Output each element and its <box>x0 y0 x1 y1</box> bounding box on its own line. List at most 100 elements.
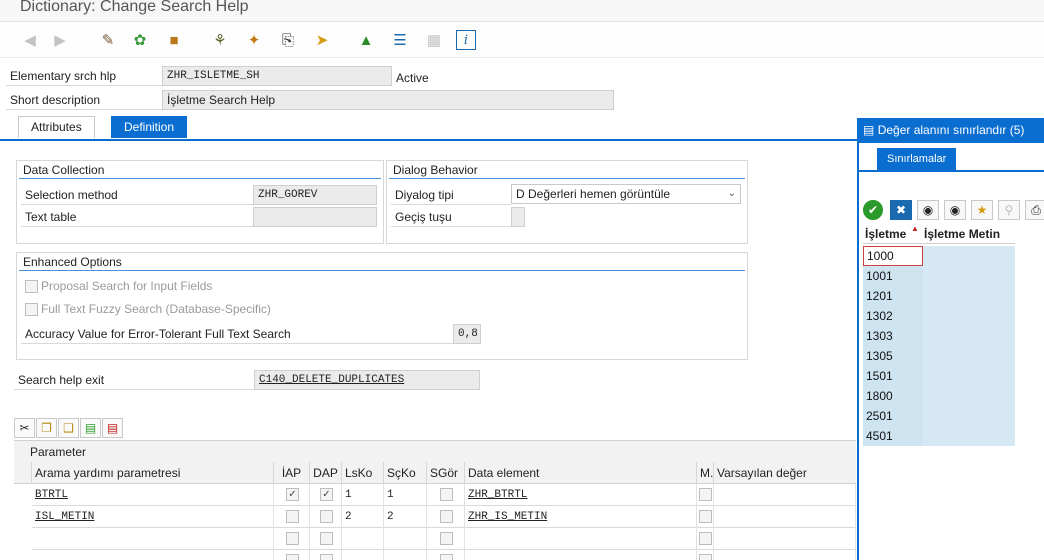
cell-lsko[interactable] <box>342 550 384 560</box>
m-checkbox[interactable] <box>699 488 712 501</box>
cell-sgor[interactable] <box>427 528 465 550</box>
where-used-icon[interactable]: ⚘ <box>208 28 232 52</box>
cut-icon[interactable]: ✂ <box>14 418 35 438</box>
stack-icon[interactable]: ☰ <box>388 28 412 52</box>
search-help-exit-field[interactable]: C140_DELETE_DUPLICATES <box>254 370 480 390</box>
test-icon[interactable]: ✦ <box>242 28 266 52</box>
hotkey-field[interactable] <box>511 207 525 227</box>
sgor-checkbox[interactable] <box>440 510 453 523</box>
cell-scko[interactable] <box>384 550 427 560</box>
m-checkbox[interactable] <box>699 554 712 560</box>
insert-row-icon[interactable]: ▤ <box>80 418 101 438</box>
check-icon[interactable]: ✿ <box>128 28 152 52</box>
new-entry-icon[interactable]: ★ <box>971 200 993 220</box>
cell-data-element[interactable]: ZHR_BTRTL <box>465 484 697 506</box>
cancel-icon[interactable]: ✖ <box>890 200 912 220</box>
hierarchy-icon[interactable]: ▲ <box>354 28 378 52</box>
text-table-field[interactable] <box>253 207 377 227</box>
cell-iap[interactable] <box>274 550 310 560</box>
list-item[interactable]: 1201 <box>863 286 1015 306</box>
table-icon[interactable]: ▦ <box>422 28 446 52</box>
iap-checkbox[interactable] <box>286 554 299 560</box>
cell-param[interactable]: ISL_METIN <box>32 506 274 528</box>
cell-param[interactable] <box>32 528 274 550</box>
cell-sgor[interactable] <box>427 484 465 506</box>
tab-attributes[interactable]: Attributes <box>18 116 95 138</box>
find-icon[interactable]: ◉ <box>917 200 939 220</box>
list-item[interactable]: 4501 <box>863 426 1015 446</box>
cell-default[interactable] <box>714 550 856 560</box>
table-row[interactable] <box>32 528 856 550</box>
dap-checkbox[interactable] <box>320 510 333 523</box>
copy-icon[interactable]: ❐ <box>36 418 57 438</box>
cell-scko[interactable] <box>384 528 427 550</box>
cell-m[interactable] <box>697 506 714 528</box>
m-checkbox[interactable] <box>699 510 712 523</box>
key-icon[interactable]: ⚲ <box>998 200 1020 220</box>
iap-checkbox[interactable] <box>286 510 299 523</box>
paste-icon[interactable]: ❑ <box>58 418 79 438</box>
back-arrow-icon[interactable]: ◀ <box>18 28 42 52</box>
cell-lsko[interactable] <box>342 528 384 550</box>
cell-dap[interactable] <box>310 550 342 560</box>
cell-m[interactable] <box>697 484 714 506</box>
cell-dap[interactable]: ✓ <box>310 484 342 506</box>
cell-sgor[interactable] <box>427 506 465 528</box>
cell-scko[interactable]: 1 <box>384 484 427 506</box>
list-item[interactable]: 1000 <box>863 246 1015 266</box>
selection-method-field[interactable]: ZHR_GOREV <box>253 185 377 205</box>
cell-param[interactable]: BTRTL <box>32 484 274 506</box>
list-item[interactable]: 1305 <box>863 346 1015 366</box>
iap-checkbox[interactable]: ✓ <box>286 488 299 501</box>
cell-dap[interactable] <box>310 506 342 528</box>
dap-checkbox[interactable] <box>320 554 333 560</box>
object-list-icon[interactable]: ⎘ <box>276 28 300 52</box>
tab-restrictions[interactable]: Sınırlamalar <box>877 148 957 170</box>
cell-default[interactable] <box>714 506 856 528</box>
list-item[interactable]: 1501 <box>863 366 1015 386</box>
cell-default[interactable] <box>714 528 856 550</box>
info-icon[interactable]: i <box>456 30 476 50</box>
cell-scko[interactable]: 2 <box>384 506 427 528</box>
cell-dap[interactable] <box>310 528 342 550</box>
activate-icon[interactable]: ■ <box>162 28 186 52</box>
elementary-search-help-field[interactable]: ZHR_ISLETME_SH <box>162 66 392 86</box>
print-icon[interactable]: ⎙ <box>1025 200 1044 220</box>
list-item[interactable]: 1303 <box>863 326 1015 346</box>
delete-row-icon[interactable]: ▤ <box>102 418 123 438</box>
list-item[interactable]: 1001 <box>863 266 1015 286</box>
table-row[interactable]: ISL_METIN 2 2 ZHR_IS_METIN <box>32 506 856 528</box>
find-next-icon[interactable]: ◉ <box>944 200 966 220</box>
m-checkbox[interactable] <box>699 532 712 545</box>
cell-iap[interactable]: ✓ <box>274 484 310 506</box>
list-item[interactable]: 1302 <box>863 306 1015 326</box>
cell-lsko[interactable]: 2 <box>342 506 384 528</box>
cell-sgor[interactable] <box>427 550 465 560</box>
fuzzy-search-checkbox[interactable] <box>25 303 38 316</box>
tab-definition[interactable]: Definition <box>111 116 188 138</box>
dap-checkbox[interactable] <box>320 532 333 545</box>
dialog-type-dropdown[interactable]: D Değerleri hemen görüntüle ⌄ <box>511 184 741 204</box>
cell-data-element[interactable] <box>465 528 697 550</box>
list-item[interactable]: 2501 <box>863 406 1015 426</box>
cell-m[interactable] <box>697 550 714 560</box>
table-row[interactable] <box>32 550 856 560</box>
sgor-checkbox[interactable] <box>440 554 453 560</box>
cell-iap[interactable] <box>274 528 310 550</box>
cell-param[interactable] <box>32 550 274 560</box>
cell-m[interactable] <box>697 528 714 550</box>
display-change-icon[interactable]: ✎ <box>96 28 120 52</box>
list-item[interactable]: 1800 <box>863 386 1015 406</box>
cell-default[interactable] <box>714 484 856 506</box>
cell-data-element[interactable] <box>465 550 697 560</box>
cell-iap[interactable] <box>274 506 310 528</box>
forward-arrow-icon[interactable]: ▶ <box>48 28 72 52</box>
confirm-icon[interactable]: ✔ <box>863 200 883 220</box>
cell-lsko[interactable]: 1 <box>342 484 384 506</box>
iap-checkbox[interactable] <box>286 532 299 545</box>
accuracy-value-field[interactable]: 0,8 <box>453 324 481 344</box>
cell-data-element[interactable]: ZHR_IS_METIN <box>465 506 697 528</box>
table-row[interactable]: BTRTL ✓ ✓ 1 1 ZHR_BTRTL <box>32 484 856 506</box>
proposal-search-checkbox[interactable] <box>25 280 38 293</box>
sgor-checkbox[interactable] <box>440 488 453 501</box>
